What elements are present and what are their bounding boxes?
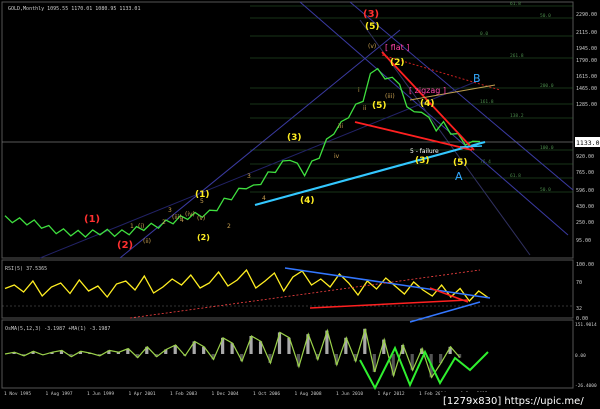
date-tick: 1 Jun 1999: [87, 391, 114, 397]
minor-wave-labels: 1 2 3 4 5 (i) (ii) (iii) (iv) (v) 2 3 4 …: [130, 43, 395, 245]
wave-yellow-4b: (4): [420, 99, 435, 109]
date-tick: 1 Aug 1997: [46, 391, 73, 397]
minor-label: (iii): [172, 214, 182, 221]
osma-histogram: [12, 328, 462, 378]
price-tick: 1465.00: [576, 86, 597, 92]
rsi-trendline: [409, 301, 481, 323]
minor-label: ii: [363, 105, 367, 112]
rsi-tick: 0.00: [576, 316, 588, 322]
wave-yellow-3: (3): [287, 133, 302, 143]
price-tick: 920.00: [576, 154, 594, 160]
minor-label: 1: [130, 223, 134, 230]
minor-label: (i): [138, 223, 144, 230]
minor-label: (v): [368, 43, 376, 50]
price-tick: 95.00: [576, 238, 591, 244]
osma-header: OsMA(5,12,3) -3.1987 +MA(1) -3.1987: [5, 326, 110, 332]
failure-label: 5 - failure: [410, 148, 439, 155]
price-tick: 1285.00: [576, 102, 597, 108]
rsi-trendline-red: [309, 299, 469, 309]
osma-projection: [359, 345, 489, 391]
date-tick: 1 Dec 2004: [212, 391, 239, 397]
price-tick: 765.00: [576, 170, 594, 176]
minor-label: (iv): [185, 211, 195, 218]
osma-tick: 151.9014: [575, 322, 597, 328]
fib-label: 50.0: [540, 13, 551, 19]
wave-labels: (1) (2) (3) (1) (2) (3) (4) (5) (4) (5) …: [84, 9, 468, 251]
fib-label: 50.0: [540, 187, 551, 193]
rsi-dotted: [129, 269, 481, 319]
fib-label: 61.8: [510, 173, 521, 179]
fib-label: 200.0: [540, 83, 554, 89]
date-tick: 1 Feb 2003: [170, 391, 197, 397]
zigzag-label: [ zigzag ]: [409, 86, 446, 95]
fib-label: 161.8: [480, 99, 494, 105]
minor-label: 5: [200, 198, 204, 205]
channel-line: [299, 1, 569, 236]
projection-line: [459, 145, 483, 148]
minor-label: iii: [338, 123, 343, 130]
minor-label: 4: [262, 195, 266, 202]
minor-label: 3: [247, 173, 251, 180]
minor-label: 2: [227, 223, 231, 230]
price-tick: 430.00: [576, 204, 594, 210]
price-tick: 1790.00: [576, 58, 597, 64]
current-price-label: 1133.01: [576, 139, 600, 147]
wave-red-3: (3): [363, 9, 379, 20]
date-tick: 1 Apr 2001: [129, 391, 156, 397]
watermark: [1279x830] https://upic.me/: [443, 396, 584, 407]
minor-label: 3: [168, 207, 172, 214]
date-tick: 1 Aug 2008: [295, 391, 322, 397]
channel-line: [39, 79, 481, 259]
rsi-series: [4, 268, 489, 303]
wave-red-1: (1): [84, 214, 100, 225]
rsi-trendline-red: [429, 287, 469, 303]
chart-header: GOLD,Monthly 1095.55 1170.01 1080.95 113…: [8, 6, 140, 12]
price-tick: 2115.00: [576, 30, 597, 36]
wave-yellow-5: (5): [365, 22, 380, 32]
rsi-tick: 70: [576, 280, 582, 286]
date-tick: 1 Oct 2006: [253, 391, 280, 397]
minor-label: (ii): [143, 238, 151, 245]
wave-yellow-5b: (5): [453, 158, 468, 168]
rsi-tick: 32: [576, 306, 582, 312]
wave-yellow-5c: (5): [372, 101, 387, 111]
price-tick: 250.00: [576, 220, 594, 226]
minor-label: iv: [334, 153, 340, 160]
date-tick: 1 Jun 2010: [336, 391, 363, 397]
fib-label: 61.8: [510, 1, 521, 7]
date-tick: 1 Nov 1995: [4, 391, 31, 397]
price-tick: 1945.00: [576, 46, 597, 52]
rsi-header: RSI(5) 37.5365: [5, 266, 47, 272]
fib-label: 100.0: [540, 145, 554, 151]
minor-label: (iii): [385, 93, 395, 100]
fib-label: 0.0: [480, 31, 488, 37]
wave-yellow-2b: (2): [390, 58, 405, 68]
wave-yellow-2: (2): [197, 233, 210, 242]
minor-label: (v): [197, 215, 205, 222]
rsi-tick: 100.00: [576, 262, 594, 268]
price-tick: 1615.00: [576, 74, 597, 80]
fib-label: 138.2: [510, 113, 524, 119]
date-tick: 1 Apr 2012: [378, 391, 405, 397]
fib-label: 261.8: [510, 53, 524, 59]
price-tick: 596.00: [576, 188, 594, 194]
price-tick: 2290.00: [576, 12, 597, 18]
wave-yellow-4: (4): [300, 196, 315, 206]
osma-tick: -26.4000: [575, 383, 597, 389]
minor-label: 2: [162, 219, 166, 226]
flat-label: [ flat ]: [385, 43, 409, 52]
chart-canvas: 50.061.876.4100.0138.2161.8200.0261.80.0…: [1, 1, 600, 409]
date-axis: 1 Nov 1995 1 Aug 1997 1 Jun 1999 1 Apr 2001…: [4, 391, 488, 397]
osma-tick: 0.00: [575, 353, 586, 359]
support-trendline: [254, 140, 486, 207]
wave-yellow-3b: (3): [415, 156, 430, 166]
wave-a-label: A: [455, 170, 463, 183]
wave-red-2: (2): [117, 240, 133, 251]
chart-window: 50.0 61.8 76.4 100.0 138.2 161.8 200.0 261.8 0.0…: [0, 0, 600, 409]
price-axis: 2290.00 2115.00 1945.00 1790.00 1615.00 1465.…: [575, 12, 597, 389]
wave-b-label: B: [473, 72, 481, 85]
